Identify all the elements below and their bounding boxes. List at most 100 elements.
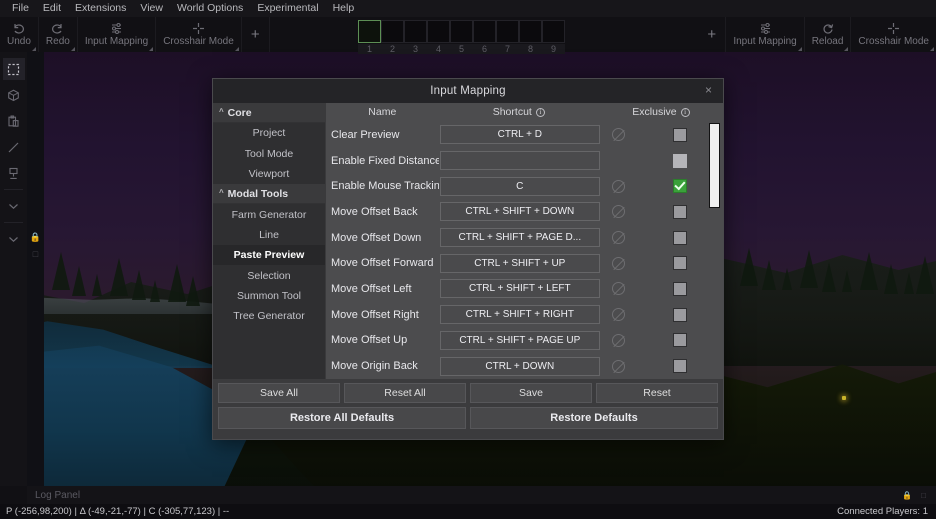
menu-item-extensions[interactable]: Extensions	[68, 1, 133, 16]
clear-shortcut-icon[interactable]	[612, 308, 626, 322]
hotbar-slot-cell[interactable]	[519, 20, 542, 43]
hotbar-slot-5[interactable]: 5	[450, 17, 473, 54]
toolbar-undo-button[interactable]: Undo	[0, 17, 39, 52]
shortcut-input[interactable]: CTRL + D	[439, 125, 600, 145]
table-row[interactable]: Move Origin Back CTRL + DOWN	[326, 353, 723, 379]
hotbar-slot-9[interactable]: 9	[542, 17, 565, 54]
shortcut-input[interactable]: CTRL + SHIFT + LEFT	[439, 279, 600, 299]
table-row[interactable]: Move Offset Up CTRL + SHIFT + PAGE UP	[326, 328, 723, 354]
clipboard-paste-icon[interactable]	[3, 110, 25, 132]
table-row[interactable]: Move Offset Right CTRL + SHIFT + RIGHT	[326, 302, 723, 328]
exclusive-checkbox[interactable]	[672, 230, 687, 245]
chevron-down-icon[interactable]	[149, 47, 154, 51]
close-icon[interactable]: ×	[701, 83, 716, 98]
chevron-down-icon[interactable]	[234, 47, 239, 51]
square-icon[interactable]: □	[27, 249, 44, 260]
sidebar-item-line[interactable]: Line	[213, 225, 325, 245]
menu-item-help[interactable]: Help	[326, 1, 362, 16]
clear-shortcut-icon[interactable]	[612, 205, 626, 219]
clear-shortcut-icon[interactable]	[612, 128, 626, 142]
toolbar-add-right-button[interactable]: +	[698, 17, 727, 52]
hotbar-slot-8[interactable]: 8	[519, 17, 542, 54]
sidebar-group-core[interactable]: ^ Core	[213, 103, 325, 124]
dialog-title-bar[interactable]: Input Mapping ×	[213, 79, 723, 103]
table-row[interactable]: Move Offset Forward CTRL + SHIFT + UP	[326, 250, 723, 276]
menu-item-edit[interactable]: Edit	[36, 1, 68, 16]
exclusive-checkbox[interactable]	[672, 204, 687, 219]
shortcut-input[interactable]	[439, 151, 600, 171]
info-icon[interactable]: i	[680, 107, 690, 117]
sidebar-item-tree-generator[interactable]: Tree Generator	[213, 306, 325, 326]
exclusive-checkbox[interactable]	[672, 256, 687, 271]
exclusive-checkbox[interactable]	[672, 179, 687, 194]
hotbar-slot-3[interactable]: 3	[404, 17, 427, 54]
hotbar-slot-4[interactable]: 4	[427, 17, 450, 54]
hotbar-slot-cell[interactable]	[358, 20, 381, 43]
menu-item-world-options[interactable]: World Options	[170, 1, 250, 16]
clear-shortcut-icon[interactable]	[612, 359, 626, 373]
sidebar-item-paste-preview[interactable]: Paste Preview	[213, 245, 325, 266]
menu-item-file[interactable]: File	[5, 1, 36, 16]
shortcut-input[interactable]: CTRL + SHIFT + PAGE UP	[439, 330, 600, 350]
table-row[interactable]: Move Offset Down CTRL + SHIFT + PAGE D..…	[326, 225, 723, 251]
chevron-down-icon[interactable]	[31, 47, 36, 51]
chevron-down-icon[interactable]	[930, 47, 934, 51]
exclusive-checkbox[interactable]	[672, 307, 687, 322]
sidebar-item-farm-generator[interactable]: Farm Generator	[213, 204, 325, 224]
toolbar-right-input-mapping-button[interactable]: Input Mapping	[726, 17, 805, 52]
exclusive-checkbox[interactable]	[672, 153, 687, 168]
hotbar-slot-cell[interactable]	[473, 20, 496, 43]
hotbar-slot-6[interactable]: 6	[473, 17, 496, 54]
hotbar-slot-1[interactable]: 1	[358, 17, 381, 54]
sidebar-item-selection[interactable]: Selection	[213, 265, 325, 285]
sidebar-item-summon-tool[interactable]: Summon Tool	[213, 286, 325, 306]
table-row[interactable]: Clear Preview CTRL + D	[326, 122, 723, 148]
toolbar-redo-button[interactable]: Redo	[39, 17, 78, 52]
clear-shortcut-icon[interactable]	[612, 256, 626, 270]
toolbar-right-crosshair-mode-button[interactable]: Crosshair Mode	[851, 17, 936, 52]
hotbar-slot-cell[interactable]	[404, 20, 427, 43]
table-row[interactable]: Enable Mouse Tracking C	[326, 173, 723, 199]
shortcut-input[interactable]: CTRL + SHIFT + PAGE D...	[439, 228, 600, 248]
save-all-button[interactable]: Save All	[218, 383, 340, 403]
table-scrollbar[interactable]	[709, 122, 720, 379]
shortcut-input[interactable]: CTRL + SHIFT + RIGHT	[439, 305, 600, 325]
exclusive-checkbox[interactable]	[672, 333, 687, 348]
menu-item-experimental[interactable]: Experimental	[250, 1, 325, 16]
log-panel[interactable]: Log Panel 🔒 □	[27, 486, 936, 504]
clear-shortcut-icon[interactable]	[612, 231, 626, 245]
toolbar-input-mapping-button[interactable]: Input Mapping	[78, 17, 157, 52]
structure-icon[interactable]	[3, 162, 25, 184]
sidebar-item-tool-mode[interactable]: Tool Mode	[213, 144, 325, 164]
shortcut-input[interactable]: C	[439, 176, 600, 196]
shortcut-input[interactable]: CTRL + DOWN	[439, 356, 600, 376]
maximize-icon[interactable]: □	[921, 491, 926, 500]
restore-defaults-button[interactable]: Restore Defaults	[470, 407, 718, 429]
sidebar-item-project[interactable]: Project	[213, 123, 325, 143]
table-row[interactable]: Move Offset Left CTRL + SHIFT + LEFT	[326, 276, 723, 302]
lock-icon[interactable]: 🔒	[902, 491, 912, 500]
hotbar-slot-2[interactable]: 2	[381, 17, 404, 54]
sidebar-item-viewport[interactable]: Viewport	[213, 164, 325, 184]
hotbar-slot-cell[interactable]	[427, 20, 450, 43]
cube-icon[interactable]	[3, 84, 25, 106]
reset-button[interactable]: Reset	[596, 383, 718, 403]
chevron-down-icon-2[interactable]	[3, 228, 25, 250]
hotbar-slot-cell[interactable]	[496, 20, 519, 43]
exclusive-checkbox[interactable]	[672, 359, 687, 374]
clear-shortcut-icon[interactable]	[612, 282, 626, 296]
selection-box-icon[interactable]	[2, 58, 25, 80]
table-row[interactable]: Enable Fixed Distance	[326, 148, 723, 174]
chevron-down-icon[interactable]	[3, 195, 25, 217]
save-button[interactable]: Save	[470, 383, 592, 403]
shortcut-input[interactable]: CTRL + SHIFT + UP	[439, 253, 600, 273]
shortcut-input[interactable]: CTRL + SHIFT + DOWN	[439, 202, 600, 222]
toolbar-reload-button[interactable]: Reload	[805, 17, 852, 52]
line-icon[interactable]	[3, 136, 25, 158]
toolbar-add-left-button[interactable]: +	[242, 17, 270, 52]
menu-item-view[interactable]: View	[133, 1, 170, 16]
table-row[interactable]: Move Offset Back CTRL + SHIFT + DOWN	[326, 199, 723, 225]
lock-icon[interactable]: 🔒	[27, 232, 44, 243]
chevron-down-icon[interactable]	[70, 47, 75, 51]
chevron-down-icon[interactable]	[797, 47, 802, 51]
